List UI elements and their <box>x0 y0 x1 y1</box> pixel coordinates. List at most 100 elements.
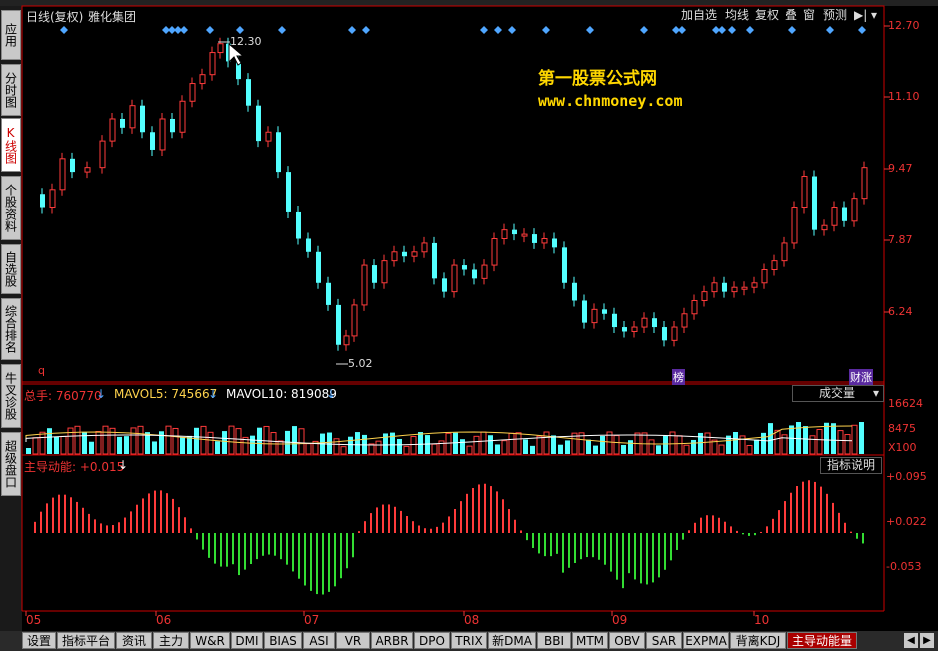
candle-body <box>296 211 301 239</box>
month-label: 10 <box>754 613 770 627</box>
indicator-legend: 主导动能: +0.015 <box>24 460 125 474</box>
bottom-tab[interactable]: TRIX <box>451 632 487 649</box>
candle-body <box>59 158 66 191</box>
bottom-tab[interactable]: 新DMA <box>488 632 536 649</box>
volume-bar <box>523 439 528 454</box>
indicator-bar <box>604 533 606 565</box>
indicator-bar <box>280 533 282 560</box>
indicator-bar <box>784 501 786 533</box>
indicator-bar <box>778 510 780 533</box>
volume-bar <box>837 430 844 455</box>
candle-body <box>481 264 488 279</box>
volume-bar <box>298 428 305 455</box>
indicator-bar <box>760 531 762 533</box>
volume-bar <box>733 432 738 454</box>
candle-body <box>572 282 577 301</box>
indicator-bar <box>856 533 858 539</box>
bottom-tab[interactable]: DMI <box>231 632 263 649</box>
candle-body <box>801 176 808 209</box>
indicator-bar <box>316 533 318 595</box>
signal-diamond-icon <box>640 26 648 34</box>
indicator-bar <box>532 533 534 548</box>
volume-bar <box>683 444 690 455</box>
bottom-tab[interactable]: W&R <box>190 632 230 649</box>
volume-legend-mavol10: MAVOL10: 819089 <box>226 387 337 401</box>
indicator-bar <box>568 533 570 568</box>
candle-body <box>831 207 838 226</box>
volume-bar <box>130 427 137 455</box>
indicator-bar <box>808 480 810 533</box>
indicator-bar <box>688 530 690 533</box>
candle-body <box>662 327 667 341</box>
indicator-axis-label: -0.053 <box>886 560 922 573</box>
volume-bar <box>676 435 683 455</box>
indicator-bar <box>718 517 720 533</box>
price-panel-frame <box>21 5 885 383</box>
bottom-tab[interactable]: ARBR <box>371 632 413 649</box>
volume-bar <box>137 425 144 455</box>
indicator-bar <box>616 533 618 580</box>
indicator-bar <box>202 533 204 550</box>
bottom-tab[interactable]: DPO <box>414 632 450 649</box>
bottom-tab[interactable]: BBI <box>537 632 571 649</box>
indicator-bar <box>436 526 438 533</box>
indicator-help-button[interactable]: 指标说明 <box>820 457 882 474</box>
volume-bar <box>194 427 199 454</box>
volume-bar <box>761 432 766 454</box>
volume-bar <box>718 444 725 455</box>
bottom-tab[interactable]: 背离KDJ <box>730 632 786 649</box>
volume-legend-total: 总手: 760770 <box>24 389 102 403</box>
volume-bar <box>768 423 773 454</box>
bottom-tab[interactable]: 设置 <box>22 632 56 649</box>
volume-bar <box>648 439 655 455</box>
indicator-bar <box>262 533 264 556</box>
indicator-bar <box>472 488 474 533</box>
bottom-tab[interactable]: BIAS <box>264 632 302 649</box>
volume-bar <box>691 439 696 454</box>
scroll-left-icon[interactable]: ◀ <box>904 633 918 648</box>
volume-bar <box>410 436 417 455</box>
signal-diamond-icon <box>826 26 834 34</box>
indicator-bar <box>520 530 522 533</box>
bottom-tab[interactable]: ASI <box>303 632 335 649</box>
bottom-tab[interactable]: 主导动能量 <box>787 632 857 649</box>
volume-bar <box>348 436 353 454</box>
scroll-right-icon[interactable]: ▶ <box>920 633 934 648</box>
bottom-tab[interactable]: 指标平台 <box>57 632 115 649</box>
volume-bar <box>152 441 157 454</box>
candle-body <box>821 224 828 231</box>
candle-body <box>691 299 698 315</box>
bottom-tab[interactable]: OBV <box>609 632 645 649</box>
volume-bar <box>796 422 801 454</box>
volume-legend-mavol5: MAVOL5: 745667 <box>114 387 218 401</box>
bottom-tab[interactable]: 主力 <box>153 632 189 649</box>
bottom-tab[interactable]: MTM <box>572 632 608 649</box>
indicator-bar <box>694 522 696 533</box>
candle-body <box>109 118 116 142</box>
volume-bar <box>305 443 312 455</box>
volume-bar <box>460 439 465 454</box>
volume-bar <box>789 425 794 454</box>
bottom-tab[interactable]: SAR <box>646 632 682 649</box>
bottom-tab[interactable]: 资讯 <box>116 632 152 649</box>
volume-bar <box>403 445 410 455</box>
volume-bar <box>375 440 382 455</box>
indicator-bar <box>412 521 414 533</box>
indicator-bar <box>466 493 468 533</box>
volume-bar <box>438 440 445 455</box>
indicator-bar <box>814 481 816 533</box>
indicator-bar <box>526 533 528 541</box>
indicator-bar <box>478 484 480 533</box>
bottom-tab[interactable]: EXPMA <box>683 632 729 649</box>
indicator-bar <box>610 533 612 572</box>
bottom-tab[interactable]: VR <box>336 632 370 649</box>
kline-chart[interactable] <box>0 0 938 631</box>
volume-selector[interactable]: 成交量 ▾ <box>792 385 884 402</box>
volume-bar <box>222 431 227 454</box>
signal-diamond-icon <box>278 26 286 34</box>
indicator-bar <box>268 533 270 555</box>
price-axis-label: 11.10 <box>888 90 920 103</box>
signal-diamond-icon <box>746 26 754 34</box>
volume-bar <box>663 435 668 454</box>
month-label: 05 <box>26 613 42 627</box>
